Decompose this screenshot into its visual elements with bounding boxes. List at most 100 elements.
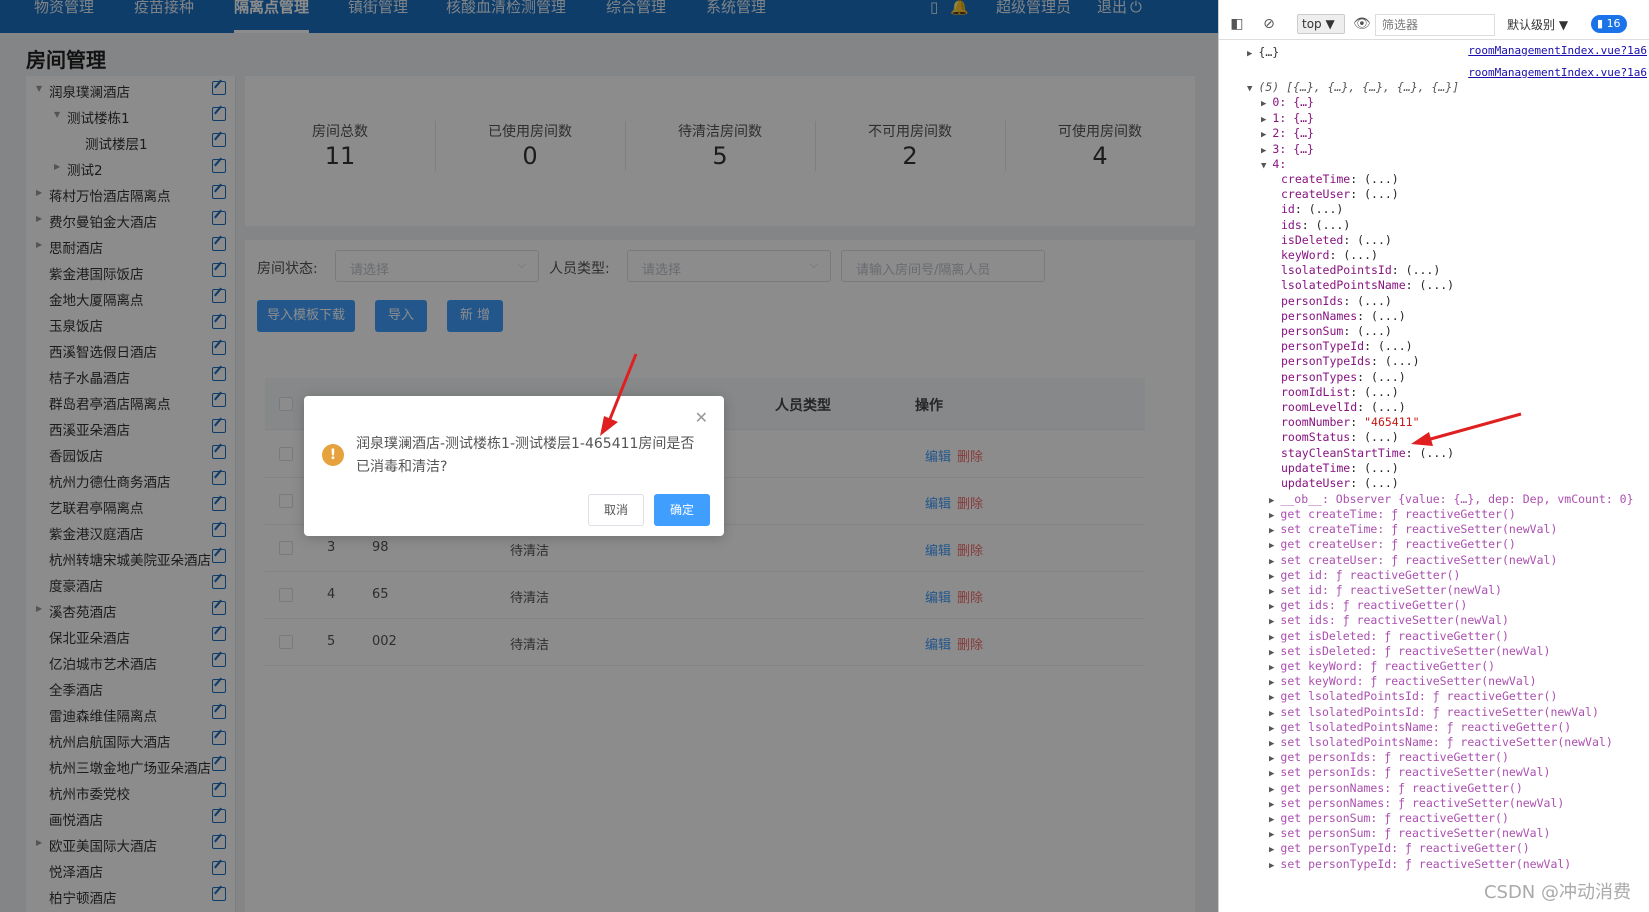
collapse-triangle-icon[interactable]: ▼: [1247, 84, 1252, 94]
console-property[interactable]: id: (...): [1281, 202, 1343, 216]
collapse-triangle-icon[interactable]: ▼: [1261, 161, 1266, 171]
expand-triangle-icon[interactable]: ▶: [1269, 815, 1274, 825]
expand-triangle-icon[interactable]: ▶: [1269, 769, 1274, 779]
console-property[interactable]: personTypeId: (...): [1281, 339, 1413, 353]
console-accessor[interactable]: ▶ set personNames: ƒ reactiveSetter(newVa…: [1269, 796, 1564, 810]
expand-triangle-icon[interactable]: ▶: [1269, 572, 1274, 582]
close-icon[interactable]: ✕: [695, 408, 708, 427]
expand-triangle-icon[interactable]: ▶: [1261, 99, 1266, 109]
expand-triangle-icon[interactable]: ▶: [1269, 526, 1274, 536]
console-accessor[interactable]: ▶ get createUser: ƒ reactiveGetter(): [1269, 537, 1516, 551]
console-accessor[interactable]: ▶ set personIds: ƒ reactiveSetter(newVal): [1269, 765, 1550, 779]
console-property[interactable]: roomIdList: (...): [1281, 385, 1399, 399]
cancel-button[interactable]: 取消: [588, 494, 644, 526]
console-property[interactable]: roomLevelId: (...): [1281, 400, 1406, 414]
console-property[interactable]: personTypes: (...): [1281, 370, 1406, 384]
console-line[interactable]: ▼ 4:: [1261, 157, 1286, 171]
array-item: 2: {…}: [1272, 126, 1314, 140]
expand-triangle-icon[interactable]: ▶: [1269, 693, 1274, 703]
expand-triangle-icon[interactable]: ▶: [1247, 49, 1252, 59]
console-property[interactable]: isDeleted: (...): [1281, 233, 1392, 247]
console-accessor[interactable]: ▶ get ids: ƒ reactiveGetter(): [1269, 598, 1467, 612]
level-select[interactable]: 默认级别 ▼: [1507, 16, 1568, 33]
expand-triangle-icon[interactable]: ▶: [1269, 587, 1274, 597]
console-line[interactable]: ▶ __ob__: Observer {value: {…}, dep: Dep,…: [1269, 492, 1634, 506]
console-accessor[interactable]: ▶ set personSum: ƒ reactiveSetter(newVal): [1269, 826, 1550, 840]
filter-input[interactable]: 筛选器: [1375, 14, 1495, 36]
confirm-button[interactable]: 确定: [654, 494, 710, 526]
console-accessor[interactable]: ▶ get personSum: ƒ reactiveGetter(): [1269, 811, 1509, 825]
expand-triangle-icon[interactable]: ▶: [1269, 541, 1274, 551]
message-count-badge[interactable]: ▮ 16: [1591, 15, 1627, 33]
console-property[interactable]: ids: (...): [1281, 218, 1350, 232]
console-accessor[interactable]: ▶ get personIds: ƒ reactiveGetter(): [1269, 750, 1509, 764]
expand-triangle-icon[interactable]: ▶: [1269, 709, 1274, 719]
expand-triangle-icon[interactable]: ▶: [1269, 557, 1274, 567]
console-accessor[interactable]: ▶ get keyWord: ƒ reactiveGetter(): [1269, 659, 1495, 673]
console-accessor[interactable]: ▶ set id: ƒ reactiveSetter(newVal): [1269, 583, 1502, 597]
console-line[interactable]: ▶ 1: {…}: [1261, 111, 1314, 125]
console-line[interactable]: ▼ (5) [{…}, {…}, {…}, {…}, {…}]: [1247, 80, 1459, 94]
console-property[interactable]: updateTime: (...): [1281, 461, 1399, 475]
console-property[interactable]: lsolatedPointsName: (...): [1281, 278, 1454, 292]
console-accessor[interactable]: ▶ set createTime: ƒ reactiveSetter(newVal…: [1269, 522, 1557, 536]
expand-triangle-icon[interactable]: ▶: [1269, 861, 1274, 871]
expand-triangle-icon[interactable]: ▶: [1269, 678, 1274, 688]
eye-icon[interactable]: 👁: [1353, 16, 1371, 32]
console-property[interactable]: personIds: (...): [1281, 294, 1392, 308]
expand-triangle-icon[interactable]: ▶: [1269, 724, 1274, 734]
context-select[interactable]: top ▼: [1297, 14, 1345, 34]
console-property[interactable]: roomStatus: (...): [1281, 430, 1399, 444]
console-accessor[interactable]: ▶ set isDeleted: ƒ reactiveSetter(newVal): [1269, 644, 1550, 658]
console-line[interactable]: ▶ {…}: [1247, 45, 1279, 59]
expand-triangle-icon[interactable]: ▶: [1269, 800, 1274, 810]
console-accessor[interactable]: ▶ set ids: ƒ reactiveSetter(newVal): [1269, 613, 1509, 627]
expand-triangle-icon[interactable]: ▶: [1269, 602, 1274, 612]
expand-triangle-icon[interactable]: ▶: [1269, 830, 1274, 840]
expand-triangle-icon[interactable]: ▶: [1269, 617, 1274, 627]
annotation-arrow-icon: [1411, 412, 1522, 446]
console-property[interactable]: lsolatedPointsId: (...): [1281, 263, 1440, 277]
console-line[interactable]: ▶ 3: {…}: [1261, 142, 1314, 156]
console-property[interactable]: createTime: (...): [1281, 172, 1399, 186]
expand-triangle-icon[interactable]: ▶: [1269, 845, 1274, 855]
console-property[interactable]: personSum: (...): [1281, 324, 1392, 338]
expand-triangle-icon[interactable]: ▶: [1269, 739, 1274, 749]
expand-triangle-icon[interactable]: ▶: [1269, 648, 1274, 658]
console-accessor[interactable]: ▶ get personNames: ƒ reactiveGetter(): [1269, 781, 1523, 795]
console-accessor[interactable]: ▶ get lsolatedPointsName: ƒ reactiveGette…: [1269, 720, 1571, 734]
expand-triangle-icon[interactable]: ▶: [1269, 754, 1274, 764]
expand-triangle-icon[interactable]: ▶: [1261, 146, 1266, 156]
expand-triangle-icon[interactable]: ▶: [1261, 115, 1266, 125]
console-line[interactable]: ▶ 0: {…}: [1261, 95, 1314, 109]
console-accessor[interactable]: ▶ get lsolatedPointsId: ƒ reactiveGetter(…: [1269, 689, 1557, 703]
expand-triangle-icon[interactable]: ▶: [1269, 496, 1274, 506]
console-accessor[interactable]: ▶ set personTypeId: ƒ reactiveSetter(newV…: [1269, 857, 1571, 871]
console-property[interactable]: updateUser: (...): [1281, 476, 1399, 490]
console-line[interactable]: ▶ 2: {…}: [1261, 126, 1314, 140]
expand-triangle-icon[interactable]: ▶: [1269, 663, 1274, 673]
console-property[interactable]: roomNumber: "465411": [1281, 415, 1420, 429]
console-property[interactable]: keyWord: (...): [1281, 248, 1378, 262]
expand-triangle-icon[interactable]: ▶: [1269, 511, 1274, 521]
console-accessor[interactable]: ▶ get createTime: ƒ reactiveGetter(): [1269, 507, 1516, 521]
colon: :: [1357, 308, 1372, 323]
accessor-line: get personSum: ƒ reactiveGetter(): [1280, 811, 1509, 825]
source-link[interactable]: roomManagementIndex.vue?1a6: [1468, 44, 1647, 57]
source-link[interactable]: roomManagementIndex.vue?1a6: [1468, 66, 1647, 79]
console-accessor[interactable]: ▶ set createUser: ƒ reactiveSetter(newVal…: [1269, 553, 1557, 567]
console-property[interactable]: personNames: (...): [1281, 309, 1406, 323]
expand-triangle-icon[interactable]: ▶: [1261, 130, 1266, 140]
console-accessor[interactable]: ▶ set lsolatedPointsName: ƒ reactiveSette…: [1269, 735, 1613, 749]
console-accessor[interactable]: ▶ set keyWord: ƒ reactiveSetter(newVal): [1269, 674, 1537, 688]
sidebar-toggle-icon[interactable]: ◧: [1229, 16, 1245, 32]
expand-triangle-icon[interactable]: ▶: [1269, 785, 1274, 795]
console-accessor[interactable]: ▶ get personTypeId: ƒ reactiveGetter(): [1269, 841, 1530, 855]
console-accessor[interactable]: ▶ set lsolatedPointsId: ƒ reactiveSetter(…: [1269, 705, 1599, 719]
console-property[interactable]: personTypeIds: (...): [1281, 354, 1420, 368]
expand-triangle-icon[interactable]: ▶: [1269, 633, 1274, 643]
console-property[interactable]: createUser: (...): [1281, 187, 1399, 201]
console-accessor[interactable]: ▶ get isDeleted: ƒ reactiveGetter(): [1269, 629, 1509, 643]
console-accessor[interactable]: ▶ get id: ƒ reactiveGetter(): [1269, 568, 1460, 582]
clear-console-icon[interactable]: ⊘: [1261, 16, 1277, 32]
